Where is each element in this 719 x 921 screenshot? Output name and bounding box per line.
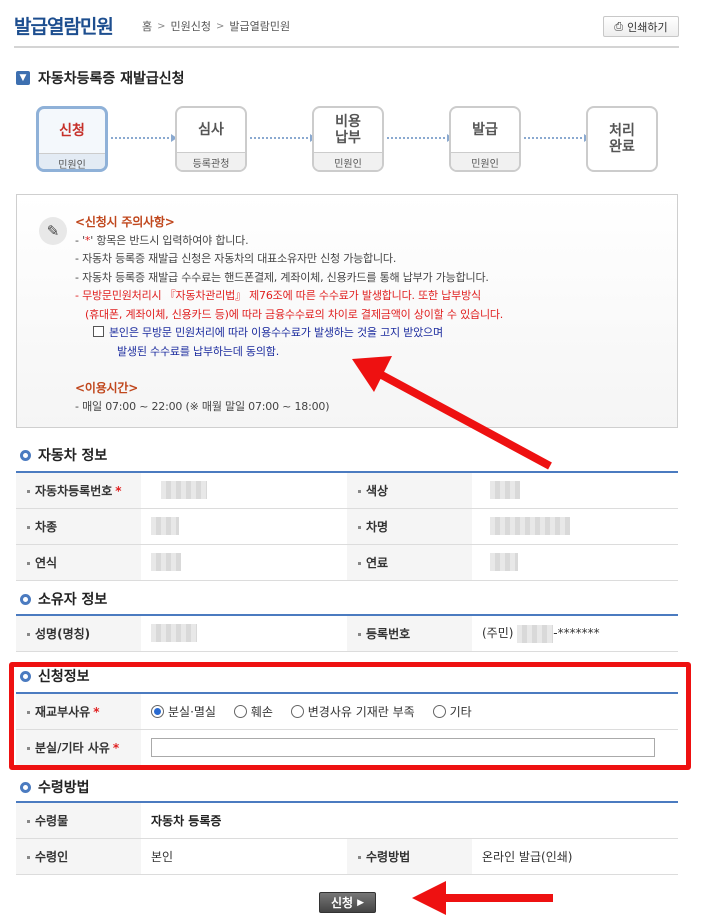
annotation-arrow [352,356,552,470]
annotation-arrows [352,356,553,915]
annotation-arrow [412,881,553,915]
